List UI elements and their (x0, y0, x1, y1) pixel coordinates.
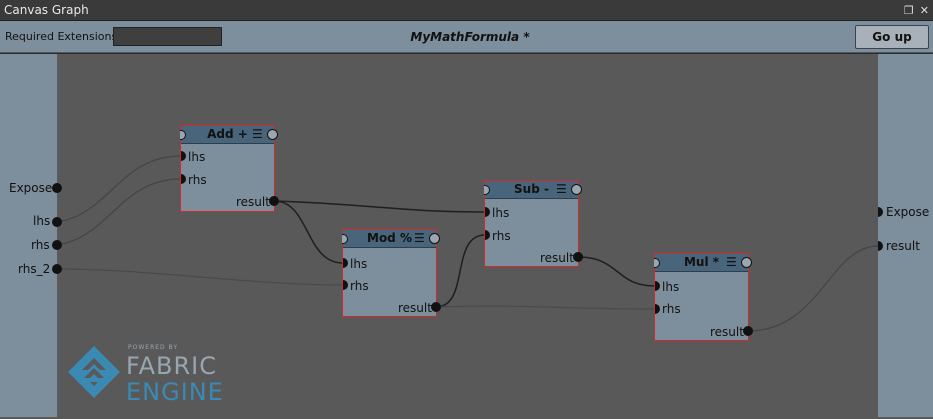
go-up-button[interactable]: Go up (855, 25, 929, 49)
left-port-lhs-dot[interactable] (52, 217, 62, 227)
node-mul-header[interactable]: Mul * ☰ (654, 254, 752, 272)
left-port-expose-dot[interactable] (52, 183, 62, 193)
node-sub-exec-out[interactable] (571, 184, 582, 195)
logo-powered-by: POWERED BY (128, 344, 179, 351)
graph-canvas[interactable]: Expose lhs rhs rhs_2 Expose result Add +… (0, 54, 933, 419)
required-extensions-input[interactable] (113, 27, 222, 46)
node-mod-output-result: result (398, 301, 432, 315)
node-sub-input-lhs: lhs (492, 206, 510, 220)
graph-toolbar: Required Extensions: MyMathFormula * Go … (0, 21, 933, 53)
node-add-output-result: result (236, 195, 270, 209)
node-sub-output-result: result (540, 251, 574, 265)
hamburger-icon[interactable]: ☰ (726, 255, 737, 269)
node-mul-exec-out[interactable] (741, 257, 752, 268)
logo-fabric-text: FABRIC (126, 352, 217, 380)
fabric-engine-logo: POWERED BY FABRIC ENGINE (68, 344, 228, 406)
node-mod-header[interactable]: Mod % ☰ (342, 230, 440, 248)
node-mul-input-lhs: lhs (662, 280, 680, 294)
left-port-label-rhs: rhs (31, 238, 50, 252)
wire-lhs-to-add-lhs (56, 155, 182, 223)
left-port-rhs-dot[interactable] (52, 240, 62, 250)
wire-add-result-to-mod-lhs (273, 200, 344, 264)
wire-sub-result-to-mul-lhs (577, 256, 656, 287)
restore-icon[interactable]: ❐ (904, 0, 914, 21)
graph-title: MyMathFormula * (410, 30, 530, 44)
right-port-label-expose: Expose (886, 205, 930, 219)
window-title: Canvas Graph (4, 3, 89, 17)
fabric-logo-icon (68, 346, 120, 398)
node-add-header[interactable]: Add + ☰ (180, 126, 278, 144)
left-port-rhs-2-dot[interactable] (52, 264, 62, 274)
node-sub-result-port[interactable] (573, 252, 583, 262)
node-sub-header[interactable]: Sub - ☰ (484, 181, 582, 199)
node-sub-input-rhs: rhs (492, 229, 511, 243)
node-add[interactable]: Add + ☰ lhs rhs result (180, 125, 278, 212)
node-mul[interactable]: Mul * ☰ lhs rhs result (654, 253, 752, 341)
left-port-label-expose: Expose (9, 181, 53, 195)
left-port-label-rhs-2: rhs_2 (18, 262, 51, 276)
logo-engine-text: ENGINE (126, 378, 224, 406)
node-mod-result-port[interactable] (431, 302, 441, 312)
node-mod-input-rhs: rhs (350, 279, 369, 293)
wire-rhs-to-add-rhs (56, 178, 182, 246)
right-port-label-result: result (886, 239, 920, 253)
node-add-exec-out[interactable] (267, 129, 278, 140)
left-port-label-lhs: lhs (33, 214, 51, 228)
node-add-result-port[interactable] (269, 196, 279, 206)
window-titlebar: Canvas Graph ❐ ✕ (0, 0, 933, 21)
node-add-input-rhs: rhs (188, 173, 207, 187)
hamburger-icon[interactable]: ☰ (556, 182, 567, 196)
wire-mod-result-to-mul-rhs (435, 305, 656, 310)
node-mod-exec-out[interactable] (429, 233, 440, 244)
node-mul-output-result: result (710, 325, 744, 339)
node-add-input-lhs: lhs (188, 150, 206, 164)
wire-rhs2-to-mod-rhs (56, 268, 344, 286)
node-mul-input-rhs: rhs (662, 302, 681, 316)
node-mod-input-lhs: lhs (350, 257, 368, 271)
close-icon[interactable]: ✕ (920, 0, 929, 21)
wire-mod-result-to-sub-rhs (435, 234, 486, 308)
node-sub[interactable]: Sub - ☰ lhs rhs result (484, 180, 582, 267)
window-buttons: ❐ ✕ (904, 0, 929, 21)
wire-add-result-to-sub-lhs (273, 200, 486, 213)
wire-mul-result-to-output (747, 245, 879, 332)
node-mul-result-port[interactable] (743, 326, 753, 336)
required-extensions-label: Required Extensions: (5, 30, 121, 43)
hamburger-icon[interactable]: ☰ (252, 127, 263, 141)
hamburger-icon[interactable]: ☰ (414, 231, 425, 245)
node-mod[interactable]: Mod % ☰ lhs rhs result (342, 229, 440, 317)
